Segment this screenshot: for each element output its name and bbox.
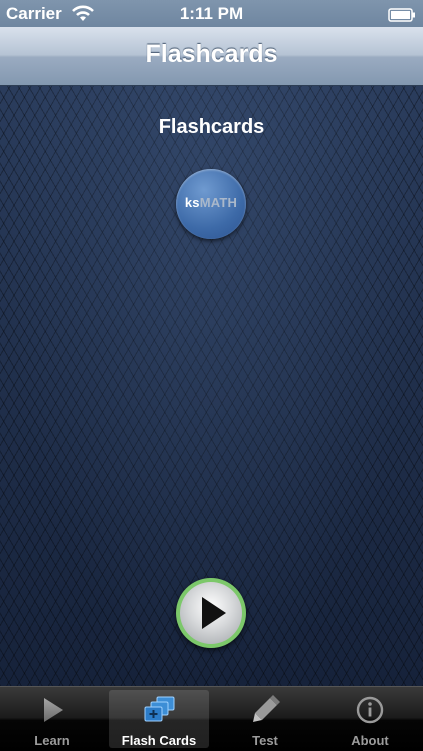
navigation-bar: Flashcards xyxy=(0,27,423,86)
logo-text: ksMATH xyxy=(176,195,246,210)
cards-icon xyxy=(141,695,177,725)
tab-label: Test xyxy=(252,733,278,748)
play-button[interactable] xyxy=(176,578,246,648)
pencil-icon xyxy=(247,695,283,725)
tab-label: About xyxy=(351,733,389,748)
tab-test[interactable]: Test xyxy=(215,690,315,748)
tab-bar: Learn Flash Cards Test About xyxy=(0,686,423,751)
logo-prefix: ks xyxy=(184,195,200,210)
main-content: Flashcards ksMATH xyxy=(0,86,423,686)
tab-flash-cards[interactable]: Flash Cards xyxy=(109,690,209,748)
page-title: Flashcards xyxy=(158,116,265,138)
play-icon xyxy=(34,695,70,725)
tab-about[interactable]: About xyxy=(320,690,420,748)
tab-label: Learn xyxy=(34,733,70,748)
tab-learn[interactable]: Learn xyxy=(2,690,102,748)
play-button-face xyxy=(180,582,242,644)
status-time: 1:11 PM xyxy=(179,4,244,23)
info-icon xyxy=(352,695,388,725)
battery-icon xyxy=(388,7,416,27)
status-bar: Carrier 1:11 PM xyxy=(0,0,423,27)
logo-suffix: MATH xyxy=(199,195,238,210)
nav-title: Flashcards xyxy=(145,40,278,68)
ksmath-logo: ksMATH xyxy=(176,169,246,239)
tab-label: Flash Cards xyxy=(121,733,197,748)
play-icon xyxy=(202,597,226,629)
